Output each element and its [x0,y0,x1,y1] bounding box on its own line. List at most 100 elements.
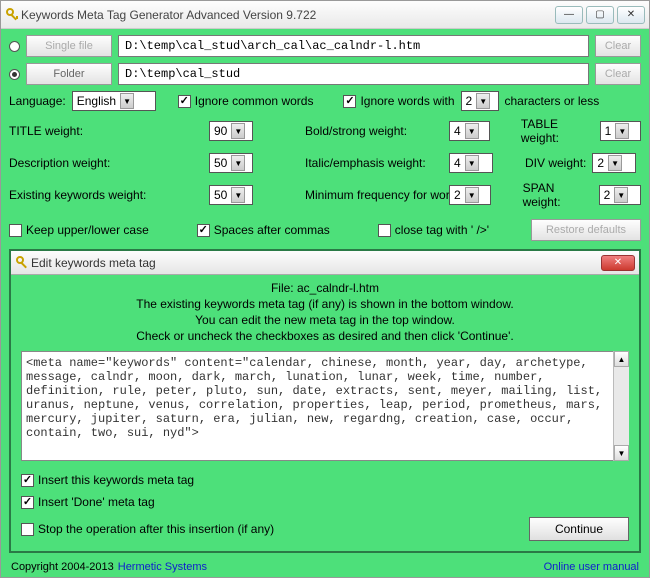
checkbox-icon: ✓ [343,95,356,108]
minfreq-label: Minimum frequency for word: [305,188,460,202]
window-body: Single file D:\temp\cal_stud\arch_cal\ac… [1,29,649,557]
chevron-down-icon: ▼ [615,123,629,139]
dialog-titlebar: Edit keywords meta tag ✕ [11,251,639,275]
dialog-close-button[interactable]: ✕ [601,255,635,271]
continue-button[interactable]: Continue [529,517,629,541]
restore-defaults-button[interactable]: Restore defaults [531,219,641,241]
checkbox-icon: ✓ [21,474,34,487]
chevron-down-icon: ▼ [120,93,134,109]
dialog-file-line: File: ac_calndr-l.htm [21,281,629,295]
insert-keywords-checkbox[interactable]: ✓ Insert this keywords meta tag [21,473,629,487]
italic-weight-select[interactable]: 4▼ [449,153,493,173]
stop-operation-label: Stop the operation after this insertion … [38,522,274,536]
insert-keywords-label: Insert this keywords meta tag [38,473,194,487]
checkbox-icon: ✓ [21,496,34,509]
clear-folder-button[interactable]: Clear [595,63,641,85]
main-window: Keywords Meta Tag Generator Advanced Ver… [0,0,650,578]
bold-weight-select[interactable]: 4▼ [449,121,490,141]
chevron-down-icon: ▼ [231,155,245,171]
ignore-words-with-checkbox[interactable]: ✓ Ignore words with [343,94,454,108]
existing-weight-select[interactable]: 50▼ [209,185,253,205]
div-weight-select[interactable]: 2▼ [592,153,636,173]
clear-single-file-button[interactable]: Clear [595,35,641,57]
chevron-down-icon: ▼ [231,123,245,139]
language-label: Language: [9,94,66,108]
close-tag-checkbox[interactable]: close tag with ' />' [378,223,489,237]
folder-radio[interactable] [9,69,20,80]
single-file-button[interactable]: Single file [26,35,112,57]
language-select[interactable]: English ▼ [72,91,156,111]
weights-grid: TITLE weight: 90▼ Bold/strong weight: 4▼… [9,117,641,209]
checkbox-icon [9,224,22,237]
span-weight-select[interactable]: 2▼ [599,185,641,205]
footer: Copyright 2004-2013 Hermetic Systems Onl… [1,557,649,577]
dialog-line2: You can edit the new meta tag in the top… [21,313,629,327]
dialog-title: Edit keywords meta tag [31,256,601,270]
chevron-down-icon: ▼ [608,155,622,171]
bold-weight-label: Bold/strong weight: [305,124,407,138]
single-file-path-input[interactable]: D:\temp\cal_stud\arch_cal\ac_calndr-l.ht… [118,35,589,57]
existing-weight-label: Existing keywords weight: [9,188,146,202]
chevron-down-icon: ▼ [465,187,479,203]
app-icon [15,255,31,271]
folder-button[interactable]: Folder [26,63,112,85]
table-weight-select[interactable]: 1▼ [600,121,641,141]
chevron-down-icon: ▼ [614,187,628,203]
manual-link[interactable]: Online user manual [544,561,639,573]
scrollbar[interactable]: ▲ ▼ [613,351,629,461]
stop-operation-checkbox[interactable]: Stop the operation after this insertion … [21,522,274,536]
maximize-button[interactable]: ▢ [586,6,614,24]
options-row: Keep upper/lower case ✓ Spaces after com… [9,219,641,241]
title-weight-select[interactable]: 90▼ [209,121,253,141]
checkbox-icon [378,224,391,237]
copyright-text: Copyright 2004-2013 [11,561,114,573]
folder-path-input[interactable]: D:\temp\cal_stud [118,63,589,85]
chevron-down-icon: ▼ [465,123,479,139]
scroll-up-icon[interactable]: ▲ [614,351,629,367]
span-weight-label: SPAN weight: [523,181,593,209]
close-button[interactable]: ✕ [617,6,645,24]
checkbox-icon: ✓ [178,95,191,108]
keep-case-label: Keep upper/lower case [26,223,149,237]
company-link[interactable]: Hermetic Systems [118,561,207,573]
chevron-down-icon: ▼ [476,93,490,109]
chevron-down-icon: ▼ [465,155,479,171]
scroll-down-icon[interactable]: ▼ [614,445,629,461]
minimize-button[interactable]: — [555,6,583,24]
insert-done-checkbox[interactable]: ✓ Insert 'Done' meta tag [21,495,629,509]
language-row: Language: English ▼ ✓ Ignore common word… [9,91,641,111]
textarea-wrap: <meta name="keywords" content="calendar,… [21,351,629,461]
div-weight-label: DIV weight: [525,156,586,170]
minfreq-select[interactable]: 2▼ [449,185,491,205]
keep-case-checkbox[interactable]: Keep upper/lower case [9,223,149,237]
keywords-textarea[interactable]: <meta name="keywords" content="calendar,… [21,351,629,461]
checkbox-icon [21,523,34,536]
language-value: English [77,94,116,108]
spaces-checkbox[interactable]: ✓ Spaces after commas [197,223,330,237]
window-title: Keywords Meta Tag Generator Advanced Ver… [21,8,555,22]
ignore-common-checkbox[interactable]: ✓ Ignore common words [178,94,314,108]
dialog-line3: Check or uncheck the checkboxes as desir… [21,329,629,343]
title-weight-label: TITLE weight: [9,124,83,138]
ignore-common-label: Ignore common words [195,94,314,108]
chars-select[interactable]: 2 ▼ [461,91,499,111]
italic-weight-label: Italic/emphasis weight: [305,156,426,170]
dialog-line1: The existing keywords meta tag (if any) … [21,297,629,311]
app-icon [5,7,21,23]
ignore-words-with-label: Ignore words with [360,94,454,108]
chevron-down-icon: ▼ [231,187,245,203]
window-buttons: — ▢ ✕ [555,6,645,24]
chars-value: 2 [466,94,473,108]
dialog-checks: ✓ Insert this keywords meta tag ✓ Insert… [21,473,629,541]
desc-weight-select[interactable]: 50▼ [209,153,253,173]
single-file-radio[interactable] [9,41,20,52]
table-weight-label: TABLE weight: [521,117,594,145]
desc-weight-label: Description weight: [9,156,110,170]
edit-dialog: Edit keywords meta tag ✕ File: ac_calndr… [9,249,641,553]
checkbox-icon: ✓ [197,224,210,237]
single-file-row: Single file D:\temp\cal_stud\arch_cal\ac… [9,35,641,57]
chars-or-less-label: characters or less [505,94,600,108]
insert-done-label: Insert 'Done' meta tag [38,495,155,509]
titlebar: Keywords Meta Tag Generator Advanced Ver… [1,1,649,29]
close-tag-label: close tag with ' />' [395,223,489,237]
